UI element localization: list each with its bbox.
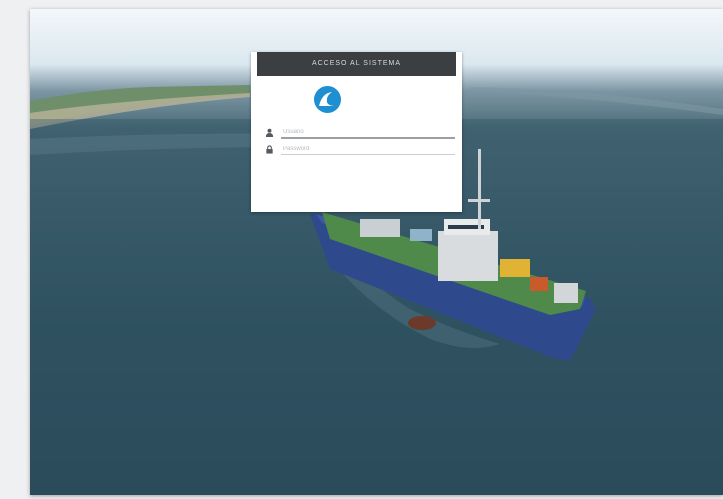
brand-logo: [314, 86, 404, 116]
deck-box: [410, 229, 432, 241]
horizon: [470, 87, 723, 115]
deck-container: [554, 283, 578, 303]
login-header: ACCESO AL SISTEMA: [257, 52, 456, 76]
deck-structure: [360, 219, 400, 237]
username-input[interactable]: [281, 127, 455, 139]
small-boat: [408, 316, 436, 330]
deck-cargo-orange: [530, 277, 548, 291]
deck-cargo-yellow: [500, 259, 530, 277]
login-page-background: ACCESO AL SISTEMA: [30, 9, 723, 495]
password-input[interactable]: [281, 144, 455, 155]
ship-mast: [478, 149, 481, 229]
wave-logo-icon: [314, 86, 341, 113]
login-card: ACCESO AL SISTEMA: [251, 52, 462, 212]
ship-superstructure: [438, 231, 498, 281]
password-row: [265, 144, 455, 156]
user-icon: [265, 128, 274, 137]
lock-icon: [266, 145, 273, 154]
username-row: [265, 127, 455, 139]
mast-arm: [468, 199, 490, 202]
